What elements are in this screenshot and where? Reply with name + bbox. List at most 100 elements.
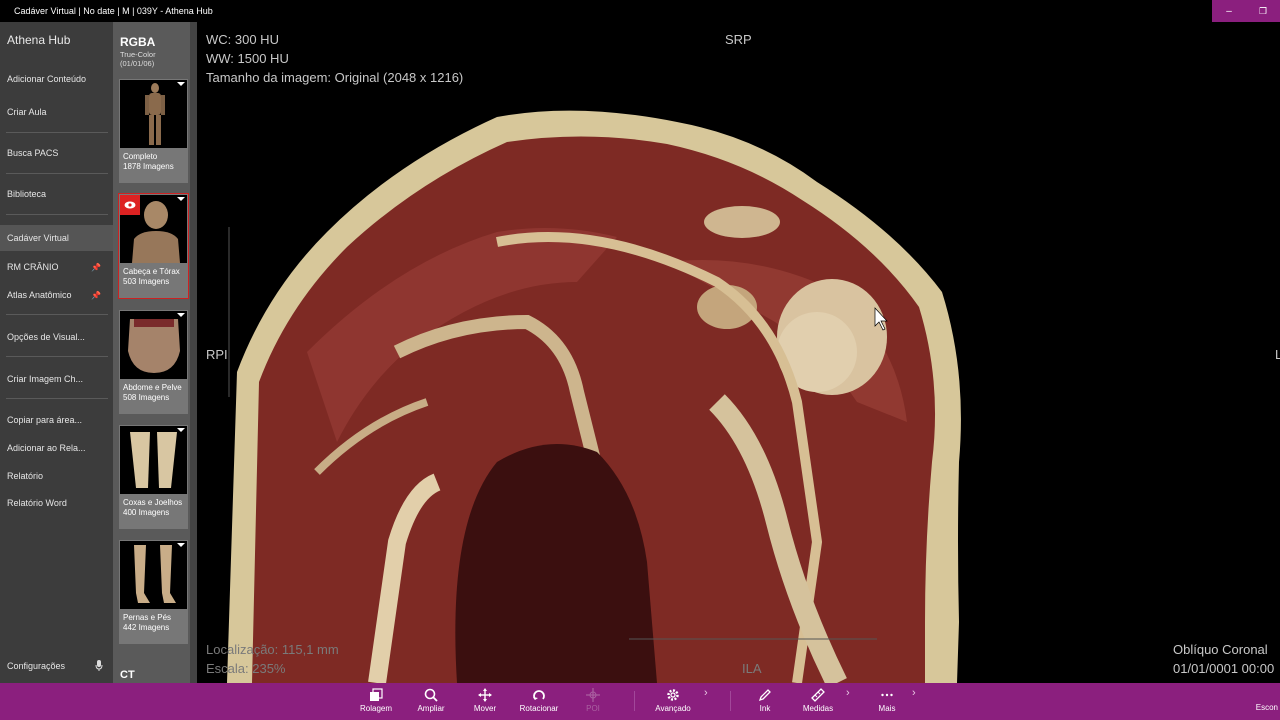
nav-adicionar-relatorio[interactable]: Adicionar ao Rela...: [0, 435, 113, 461]
thumb-name: Cabeça e Tórax: [123, 267, 180, 276]
chevron-right-icon[interactable]: ›: [846, 687, 850, 699]
zoom-icon: [401, 686, 461, 704]
tool-mover[interactable]: Mover: [455, 686, 515, 718]
restore-button[interactable]: ❐: [1246, 0, 1280, 22]
tool-label: Medidas: [802, 704, 834, 713]
nav-label: Configurações: [7, 661, 66, 671]
microphone-icon[interactable]: [95, 659, 103, 673]
series-panel: RGBA True-Color (01/01/06) Completo 1878…: [113, 22, 197, 683]
nav-label: Criar Aula: [7, 107, 47, 117]
nav-label: Adicionar ao Rela...: [7, 443, 86, 453]
minimize-button[interactable]: –: [1212, 0, 1246, 22]
nav-relatorio[interactable]: Relatório: [0, 463, 113, 489]
thumb-count: 508 Imagens: [123, 393, 170, 402]
anatomy-slice-image: [227, 110, 961, 683]
orientation-top: SRP: [725, 32, 752, 47]
nav-busca-pacs[interactable]: Busca PACS: [0, 140, 113, 166]
chevron-down-icon[interactable]: [177, 197, 185, 201]
nav-relatorio-word[interactable]: Relatório Word: [0, 490, 113, 516]
thumb-name: Abdome e Pelve: [123, 383, 182, 392]
chevron-down-icon[interactable]: [177, 313, 185, 317]
chevron-right-icon[interactable]: ›: [704, 687, 708, 699]
window-width: WW: 1500 HU: [206, 51, 289, 66]
thumb-name: Coxas e Joelhos: [123, 498, 183, 507]
nav-divider: [6, 132, 108, 133]
nav-label: RM CRÂNIO: [7, 262, 59, 272]
hide-toolbar-button[interactable]: Escon: [1256, 703, 1278, 712]
nav-divider: [6, 214, 108, 215]
tool-label: Ink: [759, 704, 771, 713]
nav-label: Criar Imagem Ch...: [7, 374, 84, 384]
nav-atlas-anatomico[interactable]: Atlas Anatômico 📌: [0, 282, 113, 308]
chevron-down-icon[interactable]: [177, 428, 185, 432]
tool-medidas[interactable]: Medidas: [788, 686, 848, 718]
nav-label: Adicionar Conteúdo: [7, 74, 87, 84]
tool-label: Rolagem: [359, 704, 392, 713]
series-subtitle: True-Color: [120, 50, 156, 59]
series-group-ct[interactable]: CT: [120, 669, 135, 681]
nav-criar-aula[interactable]: Criar Aula: [0, 99, 113, 125]
thumb-count: 400 Imagens: [123, 508, 170, 517]
nav-label: Cadáver Virtual: [7, 233, 69, 243]
tool-mais[interactable]: Mais: [857, 686, 917, 718]
nav-label: Biblioteca: [7, 189, 47, 199]
tool-label: Rotacionar: [519, 704, 559, 713]
thumb-image: [120, 541, 187, 609]
ruler-icon: [788, 686, 848, 704]
crosshair-icon: [563, 686, 623, 704]
tool-label: Ampliar: [417, 704, 445, 713]
rotate-icon: [509, 686, 569, 704]
more-icon: [857, 686, 917, 704]
nav-copiar-area[interactable]: Copiar para área...: [0, 407, 113, 433]
pen-icon: [735, 686, 795, 704]
window-center: WC: 300 HU: [206, 32, 279, 47]
app-title: Athena Hub: [7, 33, 71, 47]
nav-rm-cranio[interactable]: RM CRÂNIO 📌: [0, 254, 113, 280]
chevron-down-icon[interactable]: [177, 543, 185, 547]
nav-configuracoes[interactable]: Configurações: [0, 653, 113, 679]
series-thumb-pernas-pes[interactable]: Pernas e Pés 442 Imagens: [119, 540, 188, 644]
chevron-right-icon[interactable]: ›: [912, 687, 916, 699]
tool-avancado[interactable]: Avançado: [643, 686, 703, 718]
tool-rotacionar[interactable]: Rotacionar: [509, 686, 569, 718]
series-thumb-cabeca-torax[interactable]: Cabeça e Tórax 503 Imagens: [118, 193, 189, 299]
nav-criar-imagem[interactable]: Criar Imagem Ch...: [0, 366, 113, 392]
tool-ink[interactable]: Ink: [735, 686, 795, 718]
zoom-scale: Escala: 235%: [206, 661, 286, 676]
tool-label: POI: [586, 704, 600, 713]
study-datetime: 01/01/0001 00:00: [1173, 661, 1275, 676]
thumb-count: 442 Imagens: [123, 623, 170, 632]
tool-label: Mover: [473, 704, 497, 713]
series-thumb-abdome-pelve[interactable]: Abdome e Pelve 508 Imagens: [119, 310, 188, 414]
toolbar-divider: [634, 691, 635, 711]
nav-biblioteca[interactable]: Biblioteca: [0, 181, 113, 207]
tool-label: Avançado: [655, 704, 691, 713]
series-thumb-completo[interactable]: Completo 1878 Imagens: [119, 79, 188, 183]
nav-label: Relatório: [7, 471, 44, 481]
gear-icon: [643, 686, 703, 704]
nav-cadaver-virtual[interactable]: Cadáver Virtual: [0, 225, 113, 251]
series-scrollbar[interactable]: [190, 22, 197, 683]
nav-divider: [6, 398, 108, 399]
nav-label: Relatório Word: [7, 498, 67, 508]
layers-icon: [346, 686, 406, 704]
thumb-image: [120, 311, 187, 379]
nav-adicionar-conteudo[interactable]: Adicionar Conteúdo: [0, 66, 113, 92]
chevron-down-icon[interactable]: [177, 82, 185, 86]
pin-icon[interactable]: 📌: [91, 291, 101, 300]
pin-icon[interactable]: 📌: [91, 263, 101, 272]
nav-opcoes-visualizacao[interactable]: Opções de Visual...: [0, 324, 113, 350]
tool-rolagem[interactable]: Rolagem: [346, 686, 406, 718]
eye-icon[interactable]: [120, 195, 140, 215]
left-navigation: Athena Hub Adicionar Conteúdo Criar Aula…: [0, 22, 113, 683]
orientation-right: L: [1275, 347, 1280, 362]
thumb-image: [120, 426, 187, 494]
series-thumb-coxas-joelhos[interactable]: Coxas e Joelhos 400 Imagens: [119, 425, 188, 529]
series-date: (01/01/06): [120, 59, 155, 68]
tool-ampliar[interactable]: Ampliar: [401, 686, 461, 718]
tool-poi: POI: [563, 686, 623, 718]
image-viewer[interactable]: WC: 300 HU WW: 1500 HU Tamanho da imagem…: [197, 22, 1280, 683]
nav-label: Copiar para área...: [7, 415, 83, 425]
minimize-icon: –: [1226, 5, 1232, 17]
image-size: Tamanho da imagem: Original (2048 x 1216…: [206, 70, 464, 85]
